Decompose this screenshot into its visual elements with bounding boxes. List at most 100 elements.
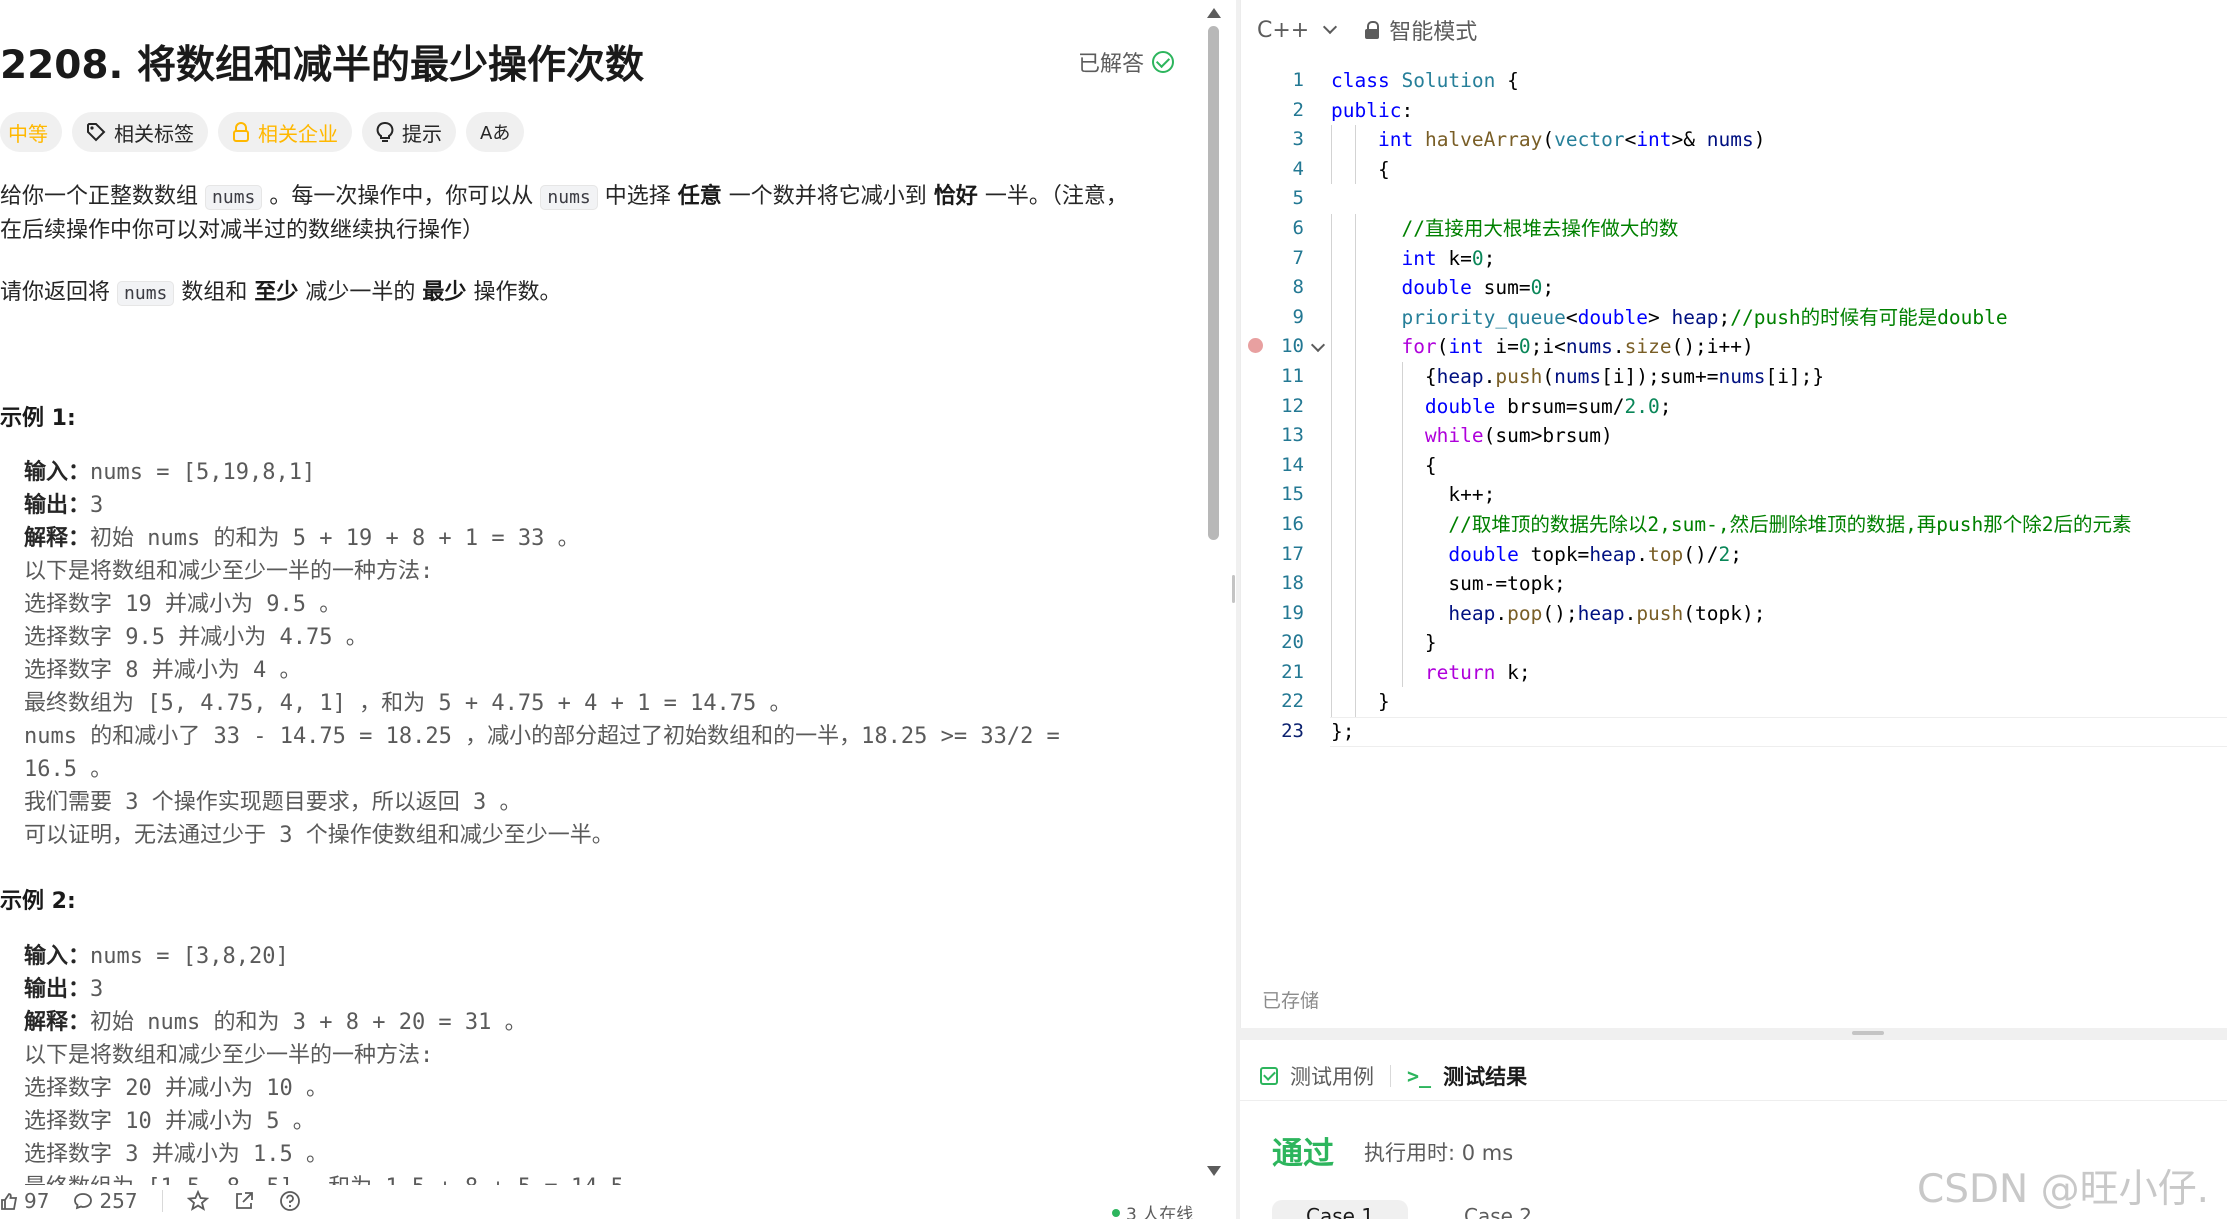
- example-line: 选择数字 9.5 并减小为 4.75 。: [24, 625, 368, 650]
- language-select[interactable]: C++: [1257, 18, 1309, 43]
- smart-mode-label[interactable]: 智能模式: [1389, 14, 1477, 46]
- code-text: for(int i=0;i<nums.size();i++): [1401, 335, 1754, 359]
- case-tabs: Case 1 Case 2: [1272, 1200, 1566, 1219]
- code-line[interactable]: 22 }: [1241, 687, 2227, 718]
- pass-status: 通过: [1272, 1136, 1334, 1172]
- code-text: }: [1331, 631, 1437, 655]
- horizontal-splitter-handle[interactable]: [1852, 1031, 1884, 1035]
- code-text: {heap.push(nums[i]);sum+=nums[i];}: [1331, 364, 1825, 388]
- code-text: double sum=0;: [1401, 276, 1555, 300]
- inline-code: nums: [205, 185, 263, 210]
- hint-label: 提示: [402, 121, 442, 146]
- panel-divider-handle[interactable]: [1232, 575, 1235, 603]
- scroll-up-arrow[interactable]: [1207, 8, 1221, 18]
- case-1-tab[interactable]: Case 1: [1272, 1200, 1408, 1219]
- code-line[interactable]: 2 public:: [1241, 96, 2227, 126]
- translate-button[interactable]: Aあ: [466, 112, 525, 152]
- description-paragraph-1: 给你一个正整数数组 nums 。每一次操作中，你可以从 nums 中选择 任意 …: [0, 180, 1128, 215]
- code-line[interactable]: 20 }: [1241, 628, 2227, 658]
- code-line[interactable]: 18 sum-=topk;: [1241, 569, 2227, 599]
- star-icon[interactable]: [186, 1189, 209, 1212]
- example-line: 输出：3: [24, 973, 659, 1006]
- code-line[interactable]: 10 for(int i=0;i<nums.size();i++): [1241, 332, 2227, 362]
- code-line[interactable]: 12 double brsum=sum/2.0;: [1241, 391, 2227, 422]
- example-value: 初始 nums 的和为 3 + 8 + 20 = 31 。: [90, 1010, 527, 1035]
- line-number: 19: [1281, 601, 1304, 624]
- tab-testcase[interactable]: 测试用例: [1290, 1061, 1374, 1091]
- breakpoint-icon[interactable]: [1248, 338, 1263, 353]
- code-line[interactable]: 19 heap.pop();heap.push(topk);: [1241, 598, 2227, 629]
- code-text: public:: [1331, 98, 1414, 122]
- code-line[interactable]: 21 return k;: [1241, 657, 2227, 688]
- related-tags-button[interactable]: 相关标签: [72, 112, 208, 152]
- check-circle-icon: [1152, 51, 1175, 73]
- inline-code: nums: [117, 281, 175, 306]
- code-text: //直接用大根堆去操作做大的数: [1401, 216, 1679, 240]
- difficulty-label: 中等: [8, 121, 48, 146]
- code-text: //取堆顶的数据先除以2,sum-,然后删除堆顶的数据,再push那个除2后的元…: [1448, 512, 2132, 536]
- saved-status: 已存储: [1262, 990, 1320, 1012]
- code-line[interactable]: 14 {: [1241, 450, 2227, 481]
- horizontal-splitter[interactable]: [1240, 1028, 2227, 1040]
- comment-count: 257: [99, 1188, 138, 1213]
- code-line[interactable]: 9 priority_queue<double> heap;//push的时候有…: [1241, 302, 2227, 333]
- tab-test-result[interactable]: 测试结果: [1443, 1061, 1527, 1091]
- like-button[interactable]: 97: [0, 1189, 49, 1213]
- code-text: priority_queue<double> heap;//push的时候有可能…: [1401, 305, 2008, 329]
- like-count: 97: [24, 1188, 50, 1213]
- code-line[interactable]: 4 {: [1241, 154, 2227, 185]
- desc-text: 操作数。: [473, 280, 562, 305]
- example-line: 16.5 。: [24, 757, 113, 782]
- line-number: 23: [1281, 720, 1304, 743]
- line-number: 5: [1292, 187, 1304, 210]
- example-label: 输入：: [24, 944, 91, 969]
- code-line[interactable]: 15 k++;: [1241, 480, 2227, 510]
- code-line[interactable]: 1 class Solution {: [1241, 66, 2227, 96]
- code-text: return k;: [1424, 660, 1531, 684]
- example-line: 输出：3: [24, 489, 1060, 522]
- hint-button[interactable]: 提示: [362, 112, 456, 152]
- code-text: k++;: [1331, 483, 1496, 507]
- line-number: 3: [1292, 128, 1304, 151]
- translate-icon: Aあ: [480, 123, 511, 144]
- example-line: 输入：nums = [3,8,20]: [24, 940, 659, 973]
- code-text: }: [1331, 690, 1390, 714]
- code-lines[interactable]: 1 class Solution {2 public: 3 int halveArra…: [1241, 66, 2227, 747]
- code-text: {: [1331, 157, 1390, 181]
- code-line[interactable]: 13 while(sum>brsum): [1241, 421, 2227, 451]
- code-line[interactable]: 17 double topk=heap.top()/2;: [1241, 539, 2227, 570]
- desc-bold: 至少: [254, 280, 299, 305]
- example-label: 解释：: [24, 526, 91, 551]
- scrollbar-thumb[interactable]: [1208, 26, 1219, 540]
- example-line: 选择数字 3 并减小为 1.5 。: [24, 1142, 328, 1167]
- code-text: int halveArray(vector<int>& nums): [1377, 128, 1766, 152]
- code-line[interactable]: 16 //取堆顶的数据先除以2,sum-,然后删除堆顶的数据,再push那个除2…: [1241, 509, 2227, 540]
- current-line-highlight: [1330, 717, 2227, 747]
- code-text: heap.pop();heap.push(topk);: [1448, 601, 1766, 625]
- line-number: 12: [1281, 394, 1304, 417]
- code-line[interactable]: 8 double sum=0;: [1241, 273, 2227, 303]
- code-line[interactable]: 3 int halveArray(vector<int>& nums): [1241, 125, 2227, 155]
- share-icon[interactable]: [233, 1190, 255, 1212]
- code-line[interactable]: 5: [1241, 184, 2227, 214]
- code-line[interactable]: 11 {heap.push(nums[i]);sum+=nums[i];}: [1241, 361, 2227, 392]
- tag-row: 中等 相关标签 相关企业 提示 Aあ: [0, 112, 525, 152]
- code-text: int k=0;: [1401, 246, 1496, 270]
- example-value: 3: [90, 977, 104, 1002]
- scroll-down-arrow[interactable]: [1207, 1166, 1221, 1176]
- help-icon[interactable]: [279, 1190, 301, 1212]
- divider: [161, 1189, 163, 1212]
- code-line[interactable]: 6 //直接用大根堆去操作做大的数: [1241, 213, 2227, 244]
- case-2-tab[interactable]: Case 2: [1430, 1200, 1566, 1219]
- chevron-down-icon[interactable]: [1323, 19, 1338, 35]
- comment-button[interactable]: 257: [73, 1188, 138, 1213]
- problem-title: 2208. 将数组和减半的最少操作次数: [0, 43, 644, 88]
- line-number: 11: [1281, 364, 1304, 387]
- lock-icon: [1365, 21, 1380, 39]
- example-line: 选择数字 10 并减小为 5 。: [24, 1109, 315, 1134]
- code-line[interactable]: 7 int k=0;: [1241, 243, 2227, 274]
- example-line: 最终数组为 [5, 4.75, 4, 1] ，和为 5 + 4.75 + 4 +…: [24, 691, 792, 716]
- runtime-text: 执行用时: 0 ms: [1364, 1141, 1514, 1165]
- related-companies-button[interactable]: 相关企业: [218, 112, 352, 152]
- lock-icon: [233, 122, 249, 142]
